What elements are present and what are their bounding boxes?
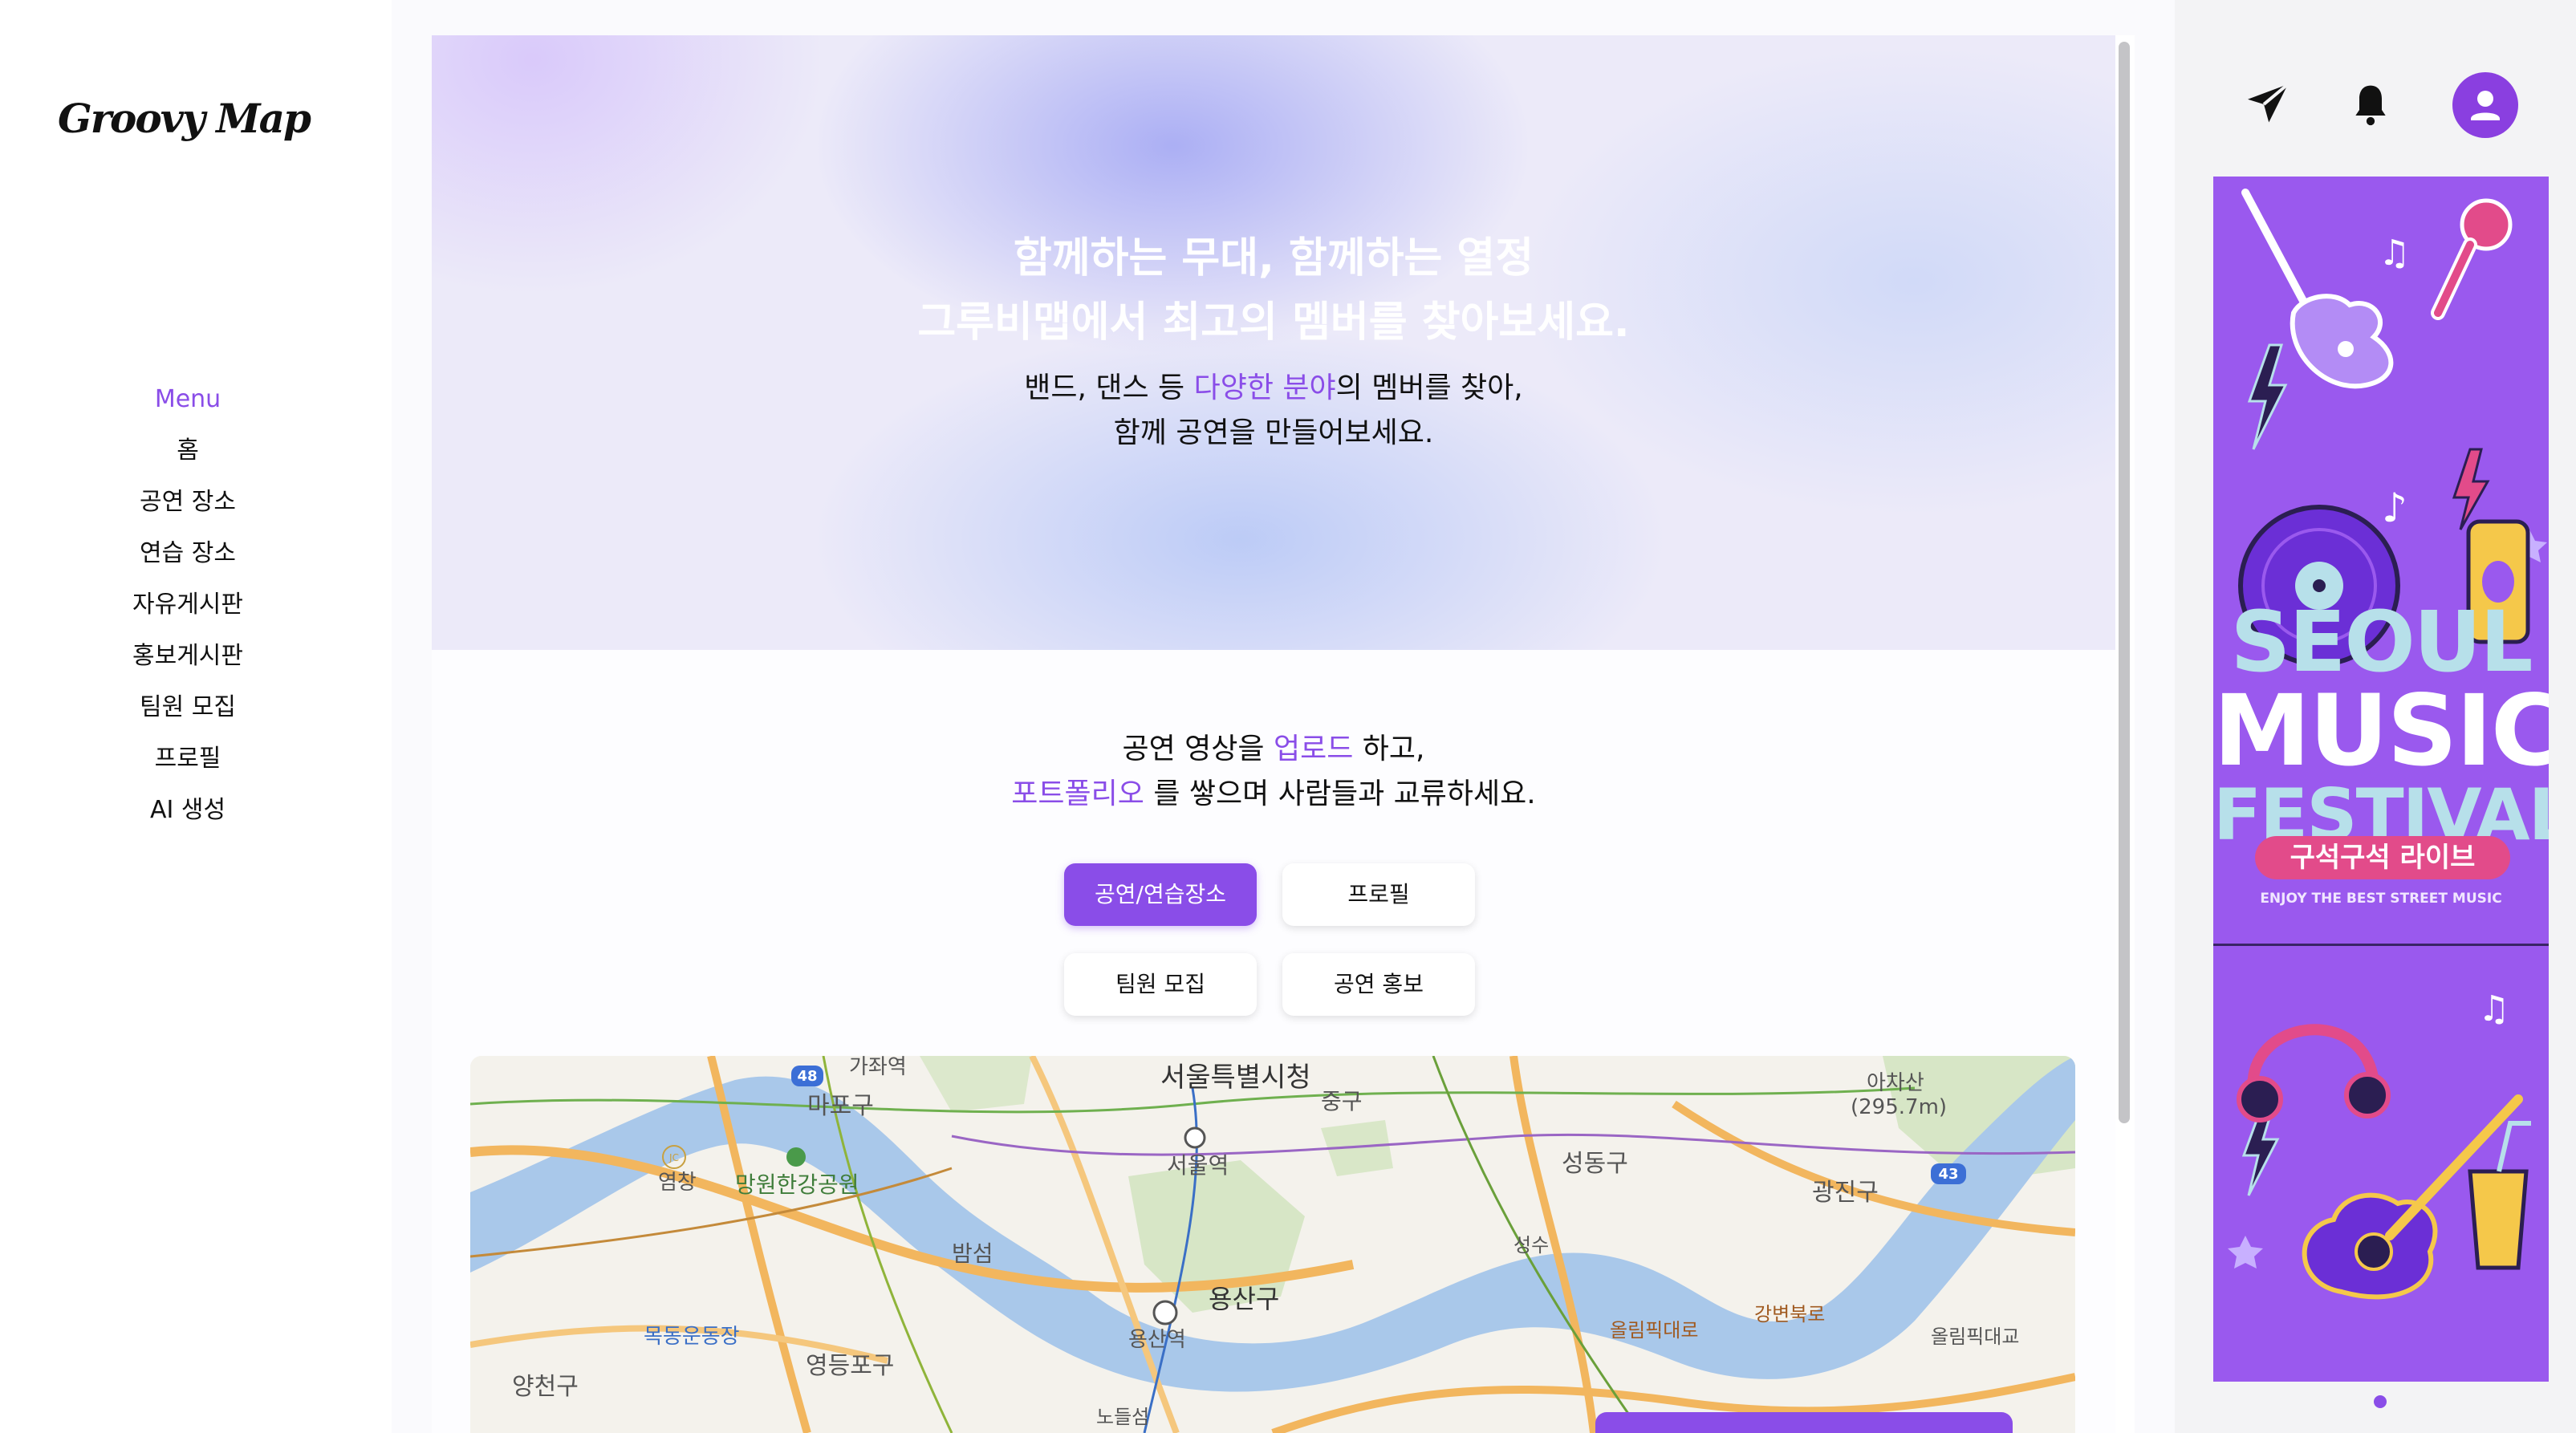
map-label-gangbyeon-expressway: 강변북로 [1754, 1303, 1825, 1325]
hero-text: 의 멤버를 찾아, [1335, 371, 1523, 404]
map-label-nodeulseom: 노들섬 [1096, 1406, 1149, 1428]
hero-description-line-2: 함께 공연을 만들어보세요. [1113, 416, 1434, 449]
banner-divider [2213, 944, 2549, 946]
right-panel: ♫ ♪ ♫ ♫ [2175, 0, 2576, 1433]
sidebar-item-team-recruit[interactable]: 팀원 모집 [0, 688, 376, 740]
sidebar-item-ai-generate[interactable]: AI 생성 [0, 791, 376, 842]
main-scrollbar[interactable] [2115, 35, 2135, 1433]
hero-banner: 함께하는 무대, 함께하는 열정 그루비맵에서 최고의 멤버를 찾아보세요. 밴… [432, 35, 2115, 650]
hero-description: 밴드, 댄스 등 다양한 분야의 멤버를 찾아, 함께 공연을 만들어보세요. [432, 366, 2115, 456]
hero-headline-line-1: 함께하는 무대, 함께하는 열정 [1013, 234, 1534, 282]
map-label-gwangjin: 광진구 [1812, 1179, 1879, 1207]
menu-title: Menu [154, 385, 221, 413]
map-label-achasan: 아차산 [1867, 1071, 1924, 1095]
route-badge-jc: JC [668, 1152, 679, 1163]
music-note-icon: ♪ [2382, 485, 2407, 531]
person-icon [2471, 91, 2500, 120]
hero-description-line-1: 밴드, 댄스 등 다양한 분야의 멤버를 찾아, [432, 366, 2115, 411]
promo-text: 공연 영상을 [1122, 733, 1274, 765]
promo-text: 하고, [1353, 733, 1425, 765]
map-label-junggu: 중구 [1321, 1088, 1363, 1114]
headphones-icon [2237, 1024, 2391, 1122]
map-label-olympic-expressway: 올림픽대로 [1610, 1319, 1698, 1342]
banner-subtitle: 구석구석 라이브 [2255, 836, 2510, 879]
map-label-seongdong: 성동구 [1562, 1150, 1628, 1178]
map-label-seoul-station: 서울역 [1167, 1152, 1229, 1179]
bell-icon[interactable] [2348, 82, 2393, 127]
banner-title-seoul: SEOUL [2230, 593, 2533, 691]
map-action-button[interactable] [1595, 1412, 2013, 1433]
sidebar-item-profile[interactable]: 프로필 [0, 740, 376, 791]
sidebar-item-free-board[interactable]: 자유게시판 [0, 586, 376, 637]
hero-highlight: 다양한 분야 [1193, 371, 1336, 404]
music-note-icon: ♫ [2478, 988, 2509, 1029]
map-label-seoul-city-hall: 서울특별시청 [1160, 1062, 1311, 1094]
map-label-gajwa: 가좌역 [849, 1056, 907, 1079]
map-label-seongsu: 성수 [1514, 1234, 1549, 1256]
user-avatar-icon[interactable] [2452, 72, 2518, 138]
venue-practice-button[interactable]: 공연/연습장소 [1064, 863, 1257, 926]
team-recruit-button[interactable]: 팀원 모집 [1064, 953, 1257, 1016]
map-label-yeongdeungpo: 영등포구 [806, 1352, 894, 1380]
scrollbar-thumb[interactable] [2119, 42, 2130, 1123]
sidebar-item-practice-rooms[interactable]: 연습 장소 [0, 534, 376, 586]
map-label-yangcheon: 양천구 [512, 1373, 579, 1401]
left-sidebar: Groovy Map Menu 홈 공연 장소 연습 장소 자유게시판 홍보게시… [0, 0, 376, 1433]
sidebar-item-home[interactable]: 홈 [0, 432, 376, 483]
map-label-yeomchang: 염창 [658, 1171, 697, 1195]
main-content: 함께하는 무대, 함께하는 열정 그루비맵에서 최고의 멤버를 찾아보세요. 밴… [432, 35, 2115, 1433]
groovy-map-logo[interactable]: Groovy Map [58, 95, 311, 142]
seoul-map[interactable]: 48 43 JC 서울특별시청 가좌역 마포구 중구 아차산 (295.7m) … [470, 1056, 2075, 1433]
banner-title-music: MUSIC [2213, 674, 2549, 788]
map-label-mangwon-park: 망원한강공원 [735, 1171, 859, 1198]
sidebar-item-performance-venues[interactable]: 공연 장소 [0, 483, 376, 534]
promo-highlight-upload: 업로드 [1273, 733, 1354, 765]
sidebar-item-promotion-board[interactable]: 홍보게시판 [0, 637, 376, 688]
map-label-olympic-bridge: 올림픽대교 [1931, 1325, 2019, 1348]
banner-tagline: ENJOY THE BEST STREET MUSIC [2260, 891, 2502, 907]
hero-headline-line-2: 그루비맵에서 최고의 멤버를 찾아보세요. [917, 298, 1630, 347]
send-icon[interactable] [2244, 80, 2292, 128]
carousel-indicator-dot[interactable] [2374, 1395, 2387, 1408]
lightning-icon [2247, 343, 2288, 450]
route-badge-43: 43 [1938, 1166, 1958, 1183]
music-festival-ad-banner[interactable]: ♫ ♪ ♫ ♫ [2213, 177, 2549, 1382]
map-label-achasan-height: (295.7m) [1851, 1095, 1947, 1119]
map-label-mokdong-stadium: 목동운동장 [644, 1325, 740, 1349]
map-label-yongsan: 용산구 [1209, 1284, 1279, 1314]
performance-promo-button[interactable]: 공연 홍보 [1282, 953, 1475, 1016]
map-label-mapo: 마포구 [807, 1092, 874, 1120]
map-label-bamseom: 밤섬 [952, 1240, 993, 1267]
upload-promo-text: 공연 영상을 업로드 하고, 포트폴리오 를 쌓으며 사람들과 교류하세요. [432, 727, 2115, 817]
route-badge-48: 48 [797, 1068, 817, 1085]
promo-text: 를 쌓으며 사람들과 교류하세요. [1144, 777, 1536, 810]
promo-line-2: 포트폴리오 를 쌓으며 사람들과 교류하세요. [432, 772, 2115, 817]
microphone-icon [2431, 198, 2513, 320]
hero-headline: 함께하는 무대, 함께하는 열정 그루비맵에서 최고의 멤버를 찾아보세요. [432, 226, 2115, 355]
sidebar-menu: Menu 홈 공연 장소 연습 장소 자유게시판 홍보게시판 팀원 모집 프로필… [0, 380, 376, 842]
promo-line-1: 공연 영상을 업로드 하고, [432, 727, 2115, 772]
lightning-icon [2452, 448, 2490, 530]
promo-highlight-portfolio: 포트폴리오 [1011, 777, 1144, 810]
map-canvas: 48 43 JC 서울특별시청 가좌역 마포구 중구 아차산 (295.7m) … [470, 1056, 2075, 1433]
music-note-icon: ♫ [2379, 233, 2410, 274]
map-label-yongsan-station: 용산역 [1128, 1328, 1186, 1352]
profile-button[interactable]: 프로필 [1282, 863, 1475, 926]
hero-text: 밴드, 댄스 등 [1024, 371, 1194, 404]
star-icon [2228, 1236, 2263, 1269]
